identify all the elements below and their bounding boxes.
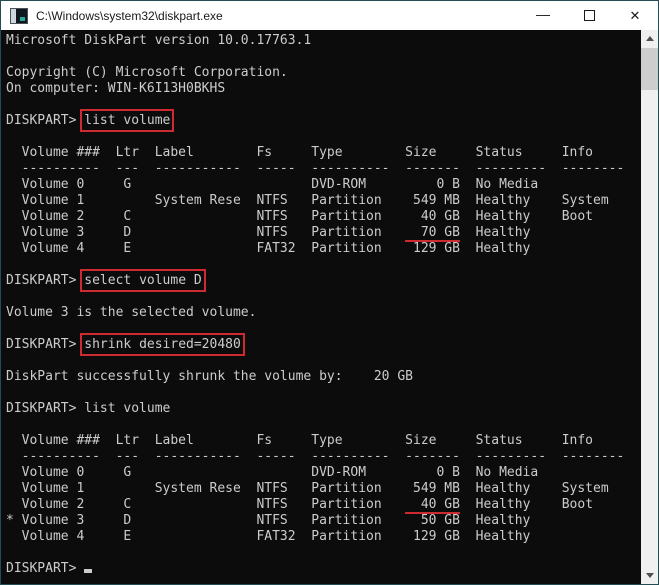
console-text: DISKPART> list volume bbox=[6, 401, 170, 416]
console-output[interactable]: Microsoft DiskPart version 10.0.17763.1 C… bbox=[1, 30, 641, 584]
console-line: DISKPART> list volume bbox=[6, 401, 641, 417]
console-line: DISKPART> shrink desired=20480 bbox=[6, 337, 641, 353]
minimize-button[interactable]: — bbox=[520, 1, 566, 30]
minimize-icon: — bbox=[536, 7, 550, 21]
console-text: ---------- --- ----------- ----- -------… bbox=[6, 449, 624, 464]
scroll-up-button[interactable] bbox=[641, 30, 658, 47]
console-text: * Volume 3 D NTFS Partition 50 GB Health… bbox=[6, 513, 530, 528]
annotated-command-select-volume-d: select volume D bbox=[84, 273, 201, 288]
console-line bbox=[6, 321, 641, 337]
console-line bbox=[6, 545, 641, 561]
console-line bbox=[6, 129, 641, 145]
console-text: Volume 0 G DVD-ROM 0 B No Media bbox=[6, 465, 538, 480]
console-line bbox=[6, 385, 641, 401]
console-text: On computer: WIN-K6I13H0BKHS bbox=[6, 81, 225, 96]
scrollbar-thumb[interactable] bbox=[641, 48, 658, 90]
chevron-up-icon bbox=[646, 36, 654, 41]
console-line bbox=[6, 417, 641, 433]
console-text: Microsoft DiskPart version 10.0.17763.1 bbox=[6, 33, 311, 48]
console-line bbox=[6, 49, 641, 65]
console-text: DISKPART> bbox=[6, 337, 84, 352]
console-text: ---------- --- ----------- ----- -------… bbox=[6, 161, 624, 176]
console-text: Volume 3 is the selected volume. bbox=[6, 305, 256, 320]
maximize-icon bbox=[584, 10, 595, 21]
console-line: Volume ### Ltr Label Fs Type Size Status… bbox=[6, 145, 641, 161]
chevron-down-icon bbox=[646, 573, 654, 578]
console-line: Volume 2 C NTFS Partition 40 GB Healthy … bbox=[6, 497, 641, 513]
console-line: DISKPART> select volume D bbox=[6, 273, 641, 289]
console-line: DISKPART> bbox=[6, 561, 641, 577]
console-line: ---------- --- ----------- ----- -------… bbox=[6, 449, 641, 465]
console-text: DISKPART> bbox=[6, 273, 84, 288]
console-text: Volume ### Ltr Label Fs Type Size Status… bbox=[6, 145, 593, 160]
console-line: Volume 3 is the selected volume. bbox=[6, 305, 641, 321]
text-cursor bbox=[84, 569, 92, 573]
console-text: Volume 4 E FAT32 Partition 129 GB Health… bbox=[6, 241, 530, 256]
console-text: Volume 1 System Rese NTFS Partition 549 … bbox=[6, 481, 609, 496]
console-line: Volume 0 G DVD-ROM 0 B No Media bbox=[6, 465, 641, 481]
console-line bbox=[6, 353, 641, 369]
titlebar[interactable]: C:\Windows\system32\diskpart.exe — ✕ bbox=[1, 1, 658, 30]
console-text: Volume ### Ltr Label Fs Type Size Status… bbox=[6, 433, 593, 448]
close-button[interactable]: ✕ bbox=[612, 1, 658, 30]
console-line: Volume ### Ltr Label Fs Type Size Status… bbox=[6, 433, 641, 449]
console-line: Volume 1 System Rese NTFS Partition 549 … bbox=[6, 481, 641, 497]
console-line: Volume 1 System Rese NTFS Partition 549 … bbox=[6, 193, 641, 209]
console-text: DISKPART> bbox=[6, 561, 84, 576]
console-line: ---------- --- ----------- ----- -------… bbox=[6, 161, 641, 177]
console-line: Volume 3 D NTFS Partition 70 GB Healthy bbox=[6, 225, 641, 241]
console-text: Volume 1 System Rese NTFS Partition 549 … bbox=[6, 193, 609, 208]
console-text: Volume 2 C NTFS Partition bbox=[6, 497, 405, 512]
console-line: Volume 2 C NTFS Partition 40 GB Healthy … bbox=[6, 209, 641, 225]
scroll-down-button[interactable] bbox=[641, 567, 658, 584]
console-text: Healthy bbox=[460, 225, 530, 240]
maximize-button[interactable] bbox=[566, 1, 612, 30]
console-text: Volume 3 D NTFS Partition bbox=[6, 225, 405, 240]
console-text: Healthy Boot bbox=[460, 497, 593, 512]
console-text: DiskPart successfully shrunk the volume … bbox=[6, 369, 413, 384]
console-line: Volume 0 G DVD-ROM 0 B No Media bbox=[6, 177, 641, 193]
console-text: Volume 4 E FAT32 Partition 129 GB Health… bbox=[6, 529, 530, 544]
console-line: Volume 4 E FAT32 Partition 129 GB Health… bbox=[6, 529, 641, 545]
scrollbar[interactable] bbox=[641, 30, 658, 584]
diskpart-window: C:\Windows\system32\diskpart.exe — ✕ Mic… bbox=[0, 0, 659, 585]
annotated-command-shrink-desired-20480: shrink desired=20480 bbox=[84, 337, 241, 352]
console-line bbox=[6, 257, 641, 273]
console-text: Volume 2 C NTFS Partition 40 GB Healthy … bbox=[6, 209, 593, 224]
close-icon: ✕ bbox=[630, 9, 641, 22]
console-line: Microsoft DiskPart version 10.0.17763.1 bbox=[6, 33, 641, 49]
annotated-size-40gb: 40 GB bbox=[405, 497, 460, 514]
console-line: DISKPART> list volume bbox=[6, 113, 641, 129]
console-text: Copyright (C) Microsoft Corporation. bbox=[6, 65, 288, 80]
console-line: Copyright (C) Microsoft Corporation. bbox=[6, 65, 641, 81]
annotated-command-list-volume: list volume bbox=[84, 113, 170, 128]
console-line bbox=[6, 97, 641, 113]
console-text: DISKPART> bbox=[6, 113, 84, 128]
console-line bbox=[6, 289, 641, 305]
annotated-size-70gb: 70 GB bbox=[405, 225, 460, 242]
console-line: On computer: WIN-K6I13H0BKHS bbox=[6, 81, 641, 97]
cmd-icon bbox=[10, 8, 28, 24]
console-line: * Volume 3 D NTFS Partition 50 GB Health… bbox=[6, 513, 641, 529]
window-title: C:\Windows\system32\diskpart.exe bbox=[36, 9, 520, 23]
console-line: Volume 4 E FAT32 Partition 129 GB Health… bbox=[6, 241, 641, 257]
console-text: Volume 0 G DVD-ROM 0 B No Media bbox=[6, 177, 538, 192]
console-line: DiskPart successfully shrunk the volume … bbox=[6, 369, 641, 385]
